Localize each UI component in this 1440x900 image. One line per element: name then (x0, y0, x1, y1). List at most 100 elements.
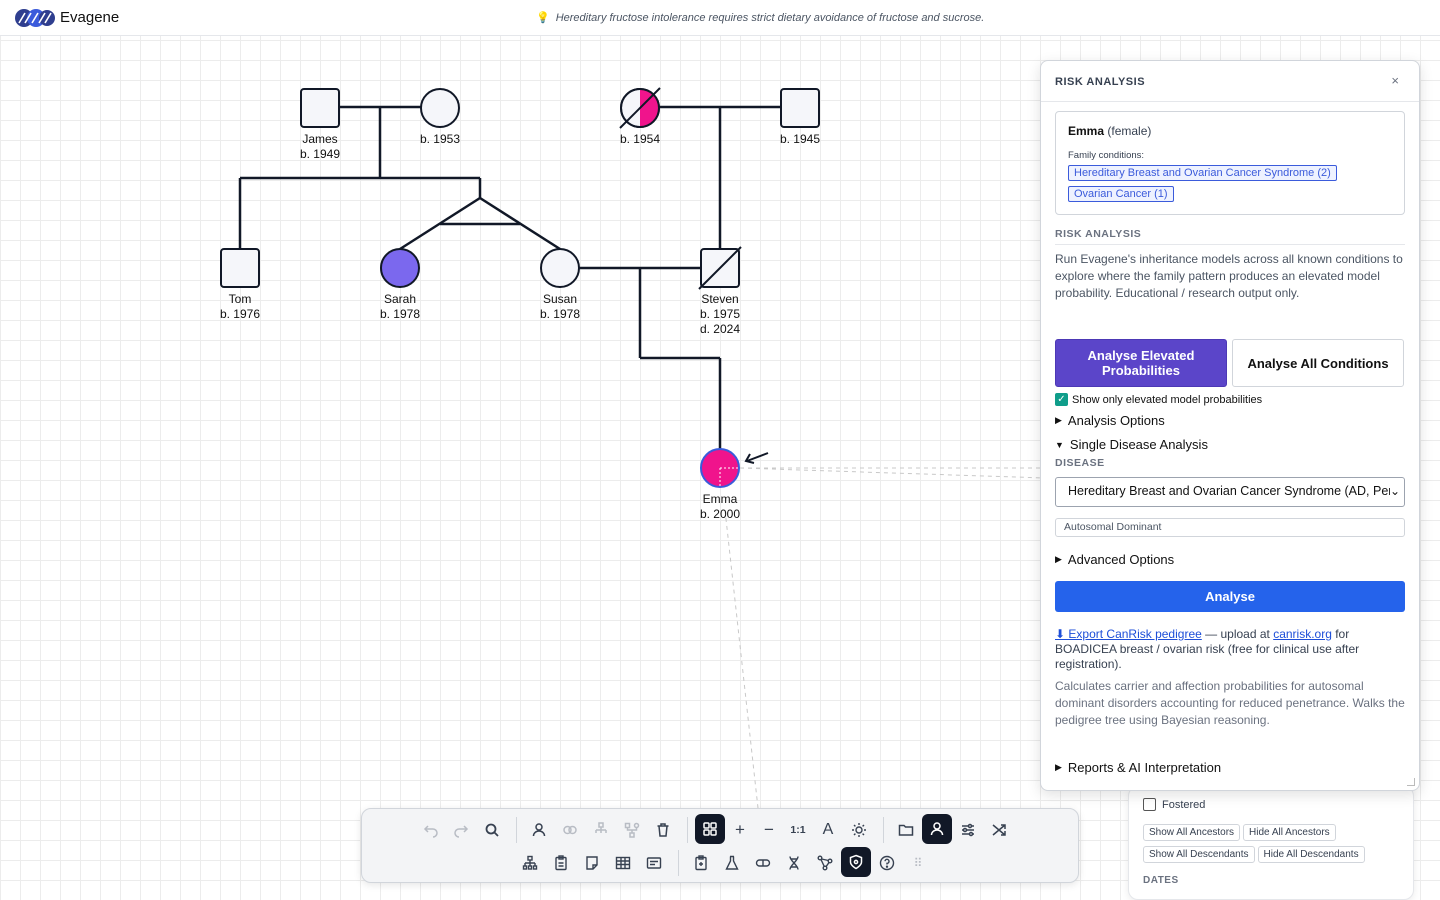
inheritance-mode-field: Autosomal Dominant (1055, 518, 1405, 537)
tip-text: Hereditary fructose intolerance requires… (555, 11, 985, 24)
redo-icon[interactable] (448, 817, 474, 843)
show-all-descendants-button[interactable]: Show All Descendants (1143, 846, 1255, 863)
evagene-logo-icon[interactable] (14, 7, 56, 29)
ancestor-buttons: Show All Ancestors Hide All Ancestors (1143, 824, 1339, 841)
condition-tag[interactable]: Ovarian Cancer (1) (1068, 186, 1174, 202)
shield-icon[interactable] (841, 847, 871, 877)
flask-icon[interactable] (719, 850, 745, 876)
person-profile-icon[interactable] (922, 814, 952, 844)
list-card-icon[interactable] (641, 850, 667, 876)
export-canrisk-link[interactable]: ⬇ Export CanRisk pedigree (1055, 627, 1202, 641)
patient-summary: Emma (female) Family conditions: Heredit… (1055, 111, 1405, 215)
add-children-icon[interactable] (588, 817, 614, 843)
individual-sarah-label: Sarah b. 1978 (379, 292, 421, 321)
individual-tom-label: Tom b. 1976 (219, 292, 261, 321)
individual-tom-symbol[interactable] (220, 248, 260, 288)
disease-label: DISEASE (1055, 457, 1105, 469)
descendant-buttons: Show All Descendants Hide All Descendants (1143, 846, 1368, 863)
individual-emma-symbol[interactable] (700, 448, 740, 488)
help-icon[interactable] (874, 850, 900, 876)
close-icon[interactable]: × (1391, 73, 1399, 88)
proband-arrow-icon (744, 452, 769, 464)
analysis-options-toggle[interactable]: ▶ Analysis Options (1055, 413, 1165, 428)
dates-section-label: DATES (1143, 875, 1179, 886)
analyse-elevated-button[interactable]: Analyse Elevated Probabilities (1055, 339, 1227, 387)
add-person-icon[interactable] (526, 817, 552, 843)
zoom-out-icon[interactable]: − (756, 817, 782, 843)
table-icon[interactable] (610, 850, 636, 876)
dna-icon[interactable] (781, 850, 807, 876)
analyse-all-conditions-button[interactable]: Analyse All Conditions (1232, 339, 1404, 387)
note-icon[interactable] (579, 850, 605, 876)
individual-james-symbol[interactable] (300, 88, 340, 128)
calculation-description: Calculates carrier and affection probabi… (1055, 679, 1405, 727)
triangle-right-icon: ▶ (1055, 762, 1062, 772)
header-divider (1041, 101, 1419, 102)
show-all-ancestors-button[interactable]: Show All Ancestors (1143, 824, 1241, 841)
canrisk-link[interactable]: canrisk.org (1273, 627, 1332, 641)
resize-handle[interactable] (1407, 778, 1415, 786)
family-conditions-label: Family conditions: (1068, 150, 1145, 161)
individual-james-wife-symbol[interactable] (420, 88, 460, 128)
risk-analysis-panel: RISK ANALYSIS × Emma (female) Family con… (1040, 60, 1420, 791)
pill-icon[interactable] (750, 850, 776, 876)
network-icon[interactable] (812, 850, 838, 876)
fostered-checkbox[interactable] (1143, 798, 1156, 811)
sliders-icon[interactable] (955, 817, 981, 843)
advanced-options-toggle[interactable]: ▶ Advanced Options (1055, 552, 1174, 567)
brightness-icon[interactable] (846, 817, 872, 843)
reports-toggle[interactable]: ▶ Reports & AI Interpretation (1055, 760, 1221, 775)
individual-james-label: James b. 1949 (299, 132, 341, 161)
show-only-elevated-checkbox[interactable]: ✓ (1055, 393, 1068, 406)
app-header: Evagene 💡 Hereditary fructose intoleranc… (0, 0, 1440, 36)
chevron-down-icon: ⌄ (1389, 484, 1400, 498)
shuffle-icon[interactable] (986, 817, 1012, 843)
clipboard-icon[interactable] (548, 850, 574, 876)
zoom-in-icon[interactable]: + (727, 817, 753, 843)
drag-handle-icon[interactable]: ⠿ (905, 850, 931, 876)
triangle-down-icon: ▼ (1055, 439, 1064, 450)
single-disease-toggle[interactable]: ▼ Single Disease Analysis (1055, 437, 1208, 452)
folder-icon[interactable] (893, 817, 919, 843)
fostered-label: Fostered (1162, 798, 1206, 811)
zoom-reset-button[interactable]: 1:1 (785, 817, 811, 843)
individual-sarah-symbol[interactable] (380, 248, 420, 288)
app-name: Evagene (60, 9, 120, 26)
individual-steven-symbol[interactable] (698, 246, 742, 290)
hide-all-descendants-button[interactable]: Hide All Descendants (1257, 846, 1365, 863)
individual-steven-label: Steven b. 1975 d. 2024 (699, 292, 741, 336)
search-icon[interactable] (479, 817, 505, 843)
tree-layout-icon[interactable] (517, 850, 543, 876)
individual-maternal-gf-symbol[interactable] (780, 88, 820, 128)
individual-susan-label: Susan b. 1978 (539, 292, 581, 321)
patient-name: Emma (female) (1068, 124, 1152, 138)
fostered-row: Fostered (1143, 798, 1205, 811)
condition-tag[interactable]: Hereditary Breast and Ovarian Cancer Syn… (1068, 165, 1337, 181)
individual-james-wife-label: b. 1953 (419, 132, 461, 146)
trash-icon[interactable] (650, 817, 676, 843)
undo-icon[interactable] (418, 817, 444, 843)
text-size-icon[interactable]: A (815, 817, 841, 843)
risk-analysis-description: Run Evagene's inheritance models across … (1055, 252, 1403, 300)
individual-susan-symbol[interactable] (540, 248, 580, 288)
individual-maternal-gm-label: b. 1954 (619, 132, 661, 146)
properties-panel: Fostered Show All Ancestors Hide All Ance… (1128, 786, 1414, 900)
individual-maternal-gm-symbol[interactable] (619, 87, 661, 129)
risk-analysis-section-label: RISK ANALYSIS (1055, 228, 1142, 240)
add-partner-icon[interactable] (557, 817, 583, 843)
grid-icon[interactable] (695, 814, 725, 844)
show-only-elevated-row: ✓ Show only elevated model probabilities (1055, 393, 1262, 406)
hide-all-ancestors-button[interactable]: Hide All Ancestors (1243, 824, 1336, 841)
add-parents-icon[interactable] (619, 817, 645, 843)
bottom-toolbar: + − 1:1 A ⠿ (361, 808, 1079, 883)
triangle-right-icon: ▶ (1055, 554, 1062, 564)
disease-select[interactable]: Hereditary Breast and Ovarian Cancer Syn… (1055, 477, 1405, 507)
medical-clipboard-icon[interactable] (688, 850, 714, 876)
analyse-button[interactable]: Analyse (1055, 581, 1405, 612)
tip-banner: 💡 Hereditary fructose intolerance requir… (536, 11, 985, 25)
individual-emma-label: Emma b. 2000 (699, 492, 741, 521)
individual-maternal-gf-label: b. 1945 (779, 132, 821, 146)
panel-title: RISK ANALYSIS (1055, 76, 1146, 88)
triangle-right-icon: ▶ (1055, 415, 1062, 425)
export-canrisk-text: ⬇ Export CanRisk pedigree — upload at ca… (1055, 627, 1360, 671)
